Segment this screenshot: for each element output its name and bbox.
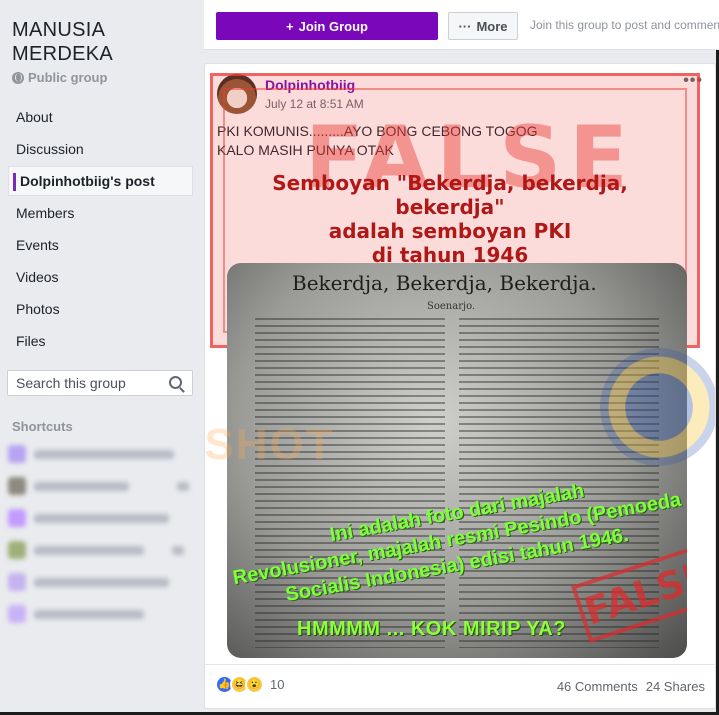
post-card: Dolpinhotbiig July 12 at 8:51 AM ••• PKI… [204,63,716,709]
group-action-bar: + Join Group ··· More Join this group to… [204,0,719,50]
globe-icon [12,71,24,84]
caption-line2: adalah semboyan PKI [328,219,572,243]
left-sidebar: MANUSIA MERDEKA Public group About Discu… [0,0,200,715]
post-image[interactable]: FALSE Semboyan "Bekerdja, bekerdja, beke… [204,73,715,664]
post-footer: 👍 😆 😮 10 46 Comments 24 Shares [205,664,715,708]
scan-title: Bekerdja, Bekerdja, Bekerdja. [292,271,597,295]
sidebar-item-label: Videos [16,269,59,285]
shortcut-item[interactable] [8,570,193,594]
watermark-text: SCREENSHOT [204,420,335,469]
sidebar-item-label: About [16,109,53,125]
sidebar-item-label: Photos [16,301,60,317]
shortcut-item[interactable] [8,602,193,626]
image-caption: Semboyan "Bekerdja, bekerdja, bekerdja" … [215,171,685,267]
group-name-line2: MERDEKA [12,43,114,65]
sidebar-item-label: Members [16,205,75,221]
sidebar-item-members[interactable]: Members [8,198,193,228]
sidebar-item-videos[interactable]: Videos [8,262,193,292]
search-placeholder: Search this group [16,375,126,391]
shortcuts-heading: Shortcuts [12,419,73,434]
reaction-count: 10 [270,677,285,692]
group-privacy: Public group [12,70,107,85]
search-icon[interactable] [169,376,182,389]
sidebar-item-label: Discussion [16,141,84,157]
sidebar-item-label: Files [16,333,46,349]
sidebar-item-events[interactable]: Events [8,230,193,260]
group-name[interactable]: MANUSIA MERDEKA [12,18,113,66]
shortcut-item[interactable] [8,506,193,530]
ellipsis-icon: ··· [458,18,472,34]
join-hint: Join this group to post and comment. [530,18,719,32]
shortcut-item[interactable] [8,538,193,562]
wow-icon: 😮 [245,675,264,694]
join-group-button[interactable]: + Join Group [216,12,438,40]
post-stats: 46 Comments 24 Shares [557,679,705,694]
scan-subtitle: Soenarjo. [427,301,476,312]
more-button[interactable]: ··· More [448,12,518,40]
sidebar-item-photos[interactable]: Photos [8,294,193,324]
caption-line1: Semboyan "Bekerdja, bekerdja, bekerdja" [272,171,628,219]
plus-icon: + [286,18,294,34]
group-privacy-label: Public group [28,70,108,85]
shares-count[interactable]: 24 Shares [646,679,705,694]
sidebar-item-about[interactable]: About [8,102,193,132]
shortcut-item[interactable] [8,442,193,466]
more-label: More [476,18,508,34]
comments-count[interactable]: 46 Comments [557,679,638,694]
sidebar-item-post[interactable]: Dolpinhotbiig's post [8,166,193,196]
shortcut-item[interactable] [8,474,193,498]
sidebar-item-label: Events [16,237,59,253]
sidebar-item-files[interactable]: Files [8,326,193,356]
hmm-caption: HMMMM ... KOK MIRIP YA? [297,618,566,640]
join-group-label: Join Group [298,18,368,34]
seal-watermark [600,348,715,466]
sidebar-item-discussion[interactable]: Discussion [8,134,193,164]
sidebar-item-label: Dolpinhotbiig's post [20,173,155,189]
reactions-summary[interactable]: 👍 😆 😮 10 [215,675,284,694]
search-input[interactable]: Search this group [7,370,193,396]
group-name-line1: MANUSIA [12,19,106,41]
